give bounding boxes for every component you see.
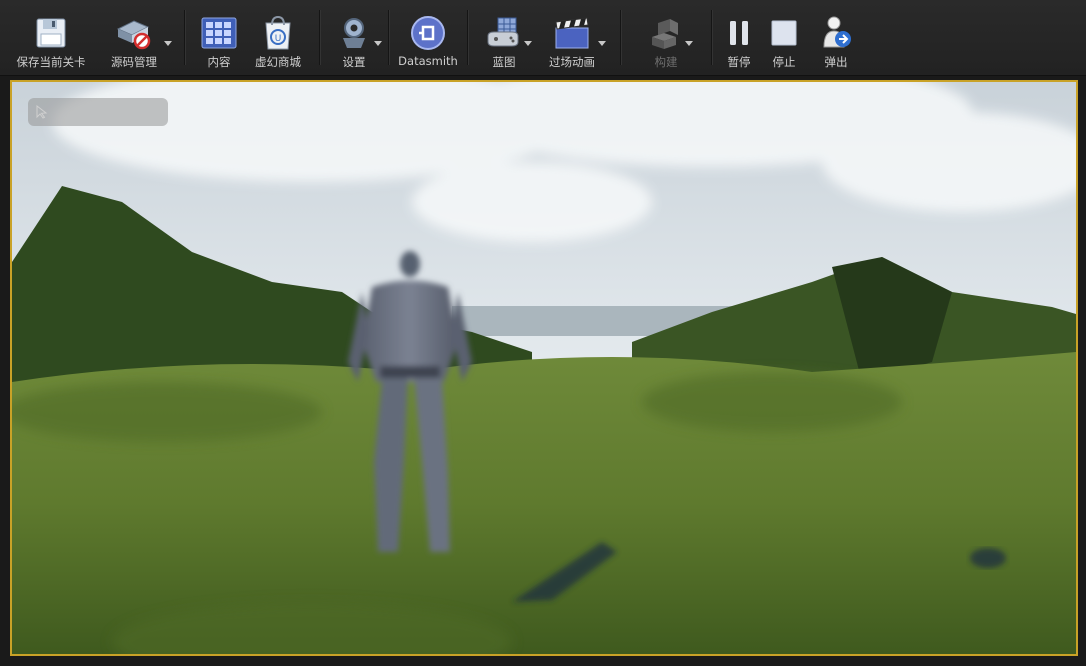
marketplace-button[interactable]: U 虚幻商城 (245, 0, 311, 75)
chevron-down-icon[interactable] (685, 41, 693, 46)
game-scene (12, 82, 1076, 654)
cinematics-icon (555, 17, 589, 49)
cursor-icon (36, 105, 48, 119)
blueprint-label: 蓝图 (492, 55, 516, 69)
cinematics-button[interactable]: 过场动画 (532, 0, 612, 75)
toolbar-grip[interactable] (0, 0, 10, 75)
pause-button[interactable]: 暂停 (720, 0, 758, 75)
chevron-down-icon[interactable] (524, 41, 532, 46)
stop-label: 停止 (772, 55, 796, 69)
settings-button[interactable]: 设置 (328, 0, 382, 75)
chevron-down-icon[interactable] (164, 41, 172, 46)
build-button: 构建 (629, 0, 703, 75)
svg-text:U: U (275, 34, 282, 44)
eject-button[interactable]: 弹出 (810, 0, 862, 75)
toolbar-separator (319, 10, 320, 65)
game-viewport[interactable] (10, 80, 1078, 656)
stop-icon (771, 20, 797, 46)
build-icon (652, 19, 678, 49)
pause-icon (730, 21, 748, 45)
main-toolbar: 保存当前关卡 源码管理 内容 U 虚幻商城 设置 Datasmith 蓝图 过场… (0, 0, 1086, 76)
source-control-label: 源码管理 (111, 55, 157, 69)
content-label: 内容 (207, 55, 231, 69)
toolbar-separator (467, 10, 468, 65)
chevron-down-icon[interactable] (598, 41, 606, 46)
marketplace-label: 虚幻商城 (255, 55, 301, 69)
source-control-icon (116, 20, 151, 50)
viewport-overlay-pill[interactable] (28, 98, 168, 126)
eject-icon (823, 16, 851, 48)
blueprint-icon (487, 17, 519, 47)
blueprint-button[interactable]: 蓝图 (476, 0, 532, 75)
content-button[interactable]: 内容 (193, 0, 245, 75)
toolbar-separator (388, 10, 389, 65)
pause-label: 暂停 (727, 55, 751, 69)
save-level-button[interactable]: 保存当前关卡 (10, 0, 92, 75)
toolbar-separator (711, 10, 712, 65)
stop-button[interactable]: 停止 (758, 0, 810, 75)
settings-icon (343, 18, 365, 48)
datasmith-icon (411, 16, 445, 50)
build-label: 构建 (654, 55, 678, 69)
chevron-down-icon[interactable] (374, 41, 382, 46)
toolbar-separator (620, 10, 621, 65)
datasmith-label: Datasmith (398, 54, 458, 68)
marketplace-icon: U (265, 15, 291, 50)
save-icon (36, 18, 66, 48)
eject-label: 弹出 (824, 55, 848, 69)
settings-label: 设置 (342, 55, 366, 69)
cinematics-label: 过场动画 (549, 55, 595, 69)
datasmith-button[interactable]: Datasmith (397, 0, 459, 75)
bottom-border (0, 658, 1086, 666)
source-control-button[interactable]: 源码管理 (92, 0, 176, 75)
content-browser-icon (201, 17, 237, 49)
ground-shadow (970, 548, 1006, 568)
toolbar-separator (184, 10, 185, 65)
save-level-label: 保存当前关卡 (16, 55, 86, 69)
